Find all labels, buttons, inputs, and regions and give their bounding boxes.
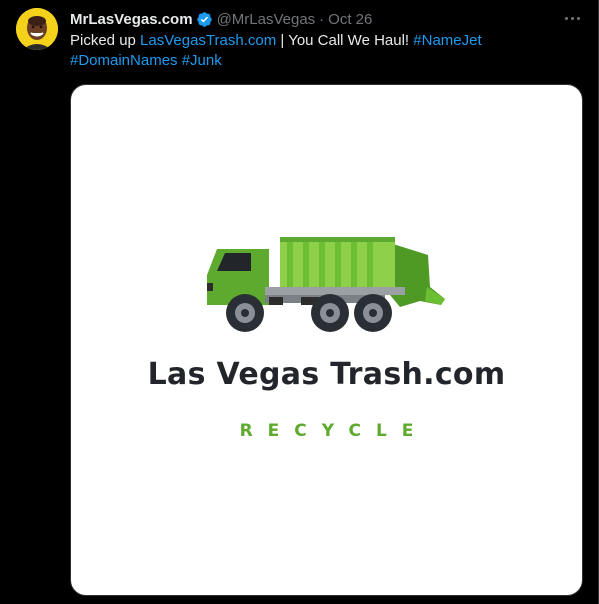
tweet[interactable]: MrLasVegas.com @MrLasVegas · Oct 26 Pick…: [0, 0, 599, 604]
logo-title: Las Vegas Trash.com: [147, 357, 506, 392]
hashtag-namejet[interactable]: #NameJet: [413, 32, 481, 49]
handle[interactable]: @MrLasVegas: [217, 11, 316, 28]
avatar[interactable]: [16, 8, 58, 50]
hashtag-domainnames[interactable]: #DomainNames: [70, 52, 178, 69]
logo-subtitle: RECYCLE: [239, 421, 429, 441]
tweet-date[interactable]: Oct 26: [328, 11, 372, 28]
tweet-text: Picked up LasVegasTrash.com | You Call W…: [70, 31, 580, 71]
text-segment: | You Call We Haul!: [276, 32, 414, 49]
link-lasvegastrash[interactable]: LasVegasTrash.com: [140, 32, 276, 49]
separator-dot: ·: [319, 10, 325, 28]
avatar-photo: [16, 8, 58, 50]
tweet-header: MrLasVegas.com @MrLasVegas · Oct 26: [70, 9, 372, 29]
display-name[interactable]: MrLasVegas.com: [70, 11, 193, 28]
garbage-truck-icon: [207, 237, 445, 332]
verified-badge-icon: [196, 11, 212, 27]
hashtag-junk[interactable]: #Junk: [182, 52, 222, 69]
more-horizontal-icon[interactable]: [560, 8, 584, 28]
text-segment: Picked up: [70, 32, 141, 49]
tweet-media-image[interactable]: Las Vegas Trash.com RECYCLE: [70, 84, 583, 596]
